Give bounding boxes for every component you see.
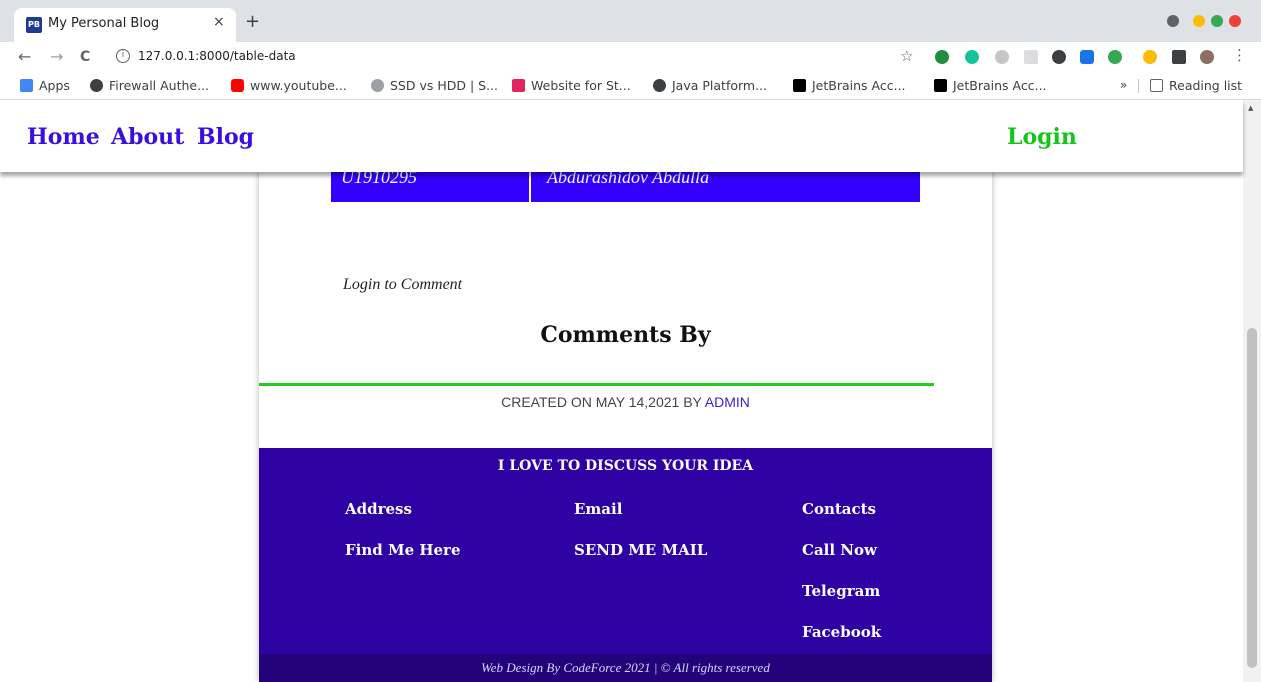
telegram-link[interactable]: Telegram	[802, 582, 880, 600]
menu-icon[interactable]: ⋮	[1232, 46, 1247, 64]
bookmark-star-icon[interactable]: ☆	[900, 47, 913, 65]
bookmark-label: Website for St...	[531, 78, 631, 93]
back-icon[interactable]: ←	[18, 47, 31, 66]
author-link[interactable]: ADMIN	[705, 394, 750, 410]
extension-badge-icon[interactable]	[1143, 50, 1157, 64]
reading-list-icon	[1150, 79, 1163, 92]
grammarly-icon[interactable]	[965, 50, 979, 64]
nav-about[interactable]: About	[111, 124, 184, 150]
forward-icon[interactable]: →	[50, 47, 63, 66]
site-favicon-icon: PB	[26, 17, 42, 33]
bookmarks-bar: Apps Firewall Authe... www.youtube... SS…	[0, 72, 1261, 100]
tab-title: My Personal Blog	[48, 16, 160, 31]
footer-title: I LOVE TO DISCUSS YOUR IDEA	[497, 458, 754, 474]
comments-heading: Comments By	[540, 322, 711, 348]
globe-icon	[90, 79, 103, 92]
scrollbar[interactable]: ▲	[1243, 100, 1261, 682]
divider	[259, 383, 934, 386]
extension-gray-icon[interactable]	[995, 50, 1009, 64]
apps-grid-icon	[20, 79, 33, 92]
browser-toolbar: ← → C i 127.0.0.1:8000/table-data ☆ ⋮	[0, 42, 1261, 72]
bookmark-item[interactable]: Java Platform...	[653, 78, 767, 93]
post-meta: CREATED ON MAY 14,2021 BY ADMIN	[259, 394, 992, 410]
w-logo-icon	[512, 79, 525, 92]
bookmark-item[interactable]: Website for St...	[512, 78, 631, 93]
browser-tab-bar: PB My Personal Blog × +	[0, 0, 1261, 42]
profile-dot-icon[interactable]	[1167, 15, 1179, 27]
reload-icon[interactable]: C	[80, 49, 90, 65]
bookmark-label: Firewall Authe...	[109, 78, 210, 93]
bookmark-label: www.youtube...	[250, 78, 347, 93]
send-mail-link[interactable]: SEND ME MAIL	[574, 541, 707, 559]
bookmark-item[interactable]: JetBrains Acc...	[934, 78, 1047, 93]
bookmarks-overflow-icon[interactable]: »	[1120, 78, 1127, 92]
extension-green-icon[interactable]	[935, 50, 949, 64]
email-heading: Email	[574, 500, 623, 518]
site-info-icon[interactable]: i	[116, 49, 130, 63]
download-icon[interactable]	[1024, 50, 1038, 64]
site-icon	[371, 79, 384, 92]
youtube-icon	[231, 79, 244, 92]
login-to-comment-link[interactable]: Login to Comment	[343, 276, 462, 294]
bookmark-item[interactable]: Apps	[20, 78, 70, 93]
extension-dark-icon[interactable]	[1052, 50, 1066, 64]
bookmark-label: JetBrains Acc...	[812, 78, 906, 93]
post-meta-text: CREATED ON MAY 14,2021 BY	[501, 394, 702, 410]
puzzle-icon[interactable]	[1172, 50, 1186, 64]
close-tab-icon[interactable]: ×	[213, 14, 225, 30]
reading-list-button[interactable]: Reading list	[1150, 78, 1242, 93]
site-navbar: Home About Blog Login	[0, 100, 1243, 172]
bookmark-label: Java Platform...	[672, 78, 768, 93]
jetbrains-icon	[793, 79, 806, 92]
new-tab-button[interactable]: +	[245, 11, 260, 32]
footer-credit: Web Design By CodeForce 2021 | © All rig…	[481, 660, 770, 675]
footer-bottom-bar: Web Design By CodeForce 2021 | © All rig…	[259, 654, 992, 682]
find-me-here-link[interactable]: Find Me Here	[345, 541, 461, 559]
bookmark-label: Apps	[39, 78, 70, 93]
facebook-link[interactable]: Facebook	[802, 623, 881, 641]
bookmark-item[interactable]: JetBrains Acc...	[793, 78, 906, 93]
close-window-icon[interactable]	[1229, 15, 1241, 27]
site-footer: I LOVE TO DISCUSS YOUR IDEA Address Find…	[259, 448, 992, 682]
page-viewport: U1910295 Abdurashidov Abdulla Login to C…	[0, 100, 1261, 682]
bookmark-label: SSD vs HDD | S...	[390, 78, 499, 93]
call-now-link[interactable]: Call Now	[802, 541, 877, 559]
extension-blue-icon[interactable]	[1080, 50, 1094, 64]
browser-tab[interactable]: PB My Personal Blog ×	[14, 8, 236, 42]
nav-home[interactable]: Home	[27, 124, 100, 150]
reading-list-label: Reading list	[1169, 78, 1243, 93]
contacts-heading: Contacts	[802, 500, 877, 518]
address-bar[interactable]: 127.0.0.1:8000/table-data	[138, 49, 296, 63]
post-card: U1910295 Abdurashidov Abdulla Login to C…	[259, 162, 992, 682]
extension-gear-icon[interactable]	[1108, 50, 1122, 64]
bookmark-item[interactable]: www.youtube...	[231, 78, 347, 93]
minimize-icon[interactable]	[1193, 15, 1205, 27]
globe-icon	[653, 79, 666, 92]
nav-login[interactable]: Login	[1007, 124, 1077, 150]
bookmarks-divider	[1138, 79, 1139, 93]
scrollbar-thumb[interactable]	[1247, 328, 1257, 668]
bookmark-label: JetBrains Acc...	[953, 78, 1047, 93]
jetbrains-icon	[934, 79, 947, 92]
bookmark-item[interactable]: SSD vs HDD | S...	[371, 78, 498, 93]
bookmark-item[interactable]: Firewall Authe...	[90, 78, 209, 93]
address-heading: Address	[345, 500, 412, 518]
scroll-up-icon[interactable]: ▲	[1248, 104, 1253, 112]
avatar[interactable]	[1200, 50, 1214, 64]
nav-blog[interactable]: Blog	[197, 124, 254, 150]
maximize-icon[interactable]	[1211, 15, 1223, 27]
